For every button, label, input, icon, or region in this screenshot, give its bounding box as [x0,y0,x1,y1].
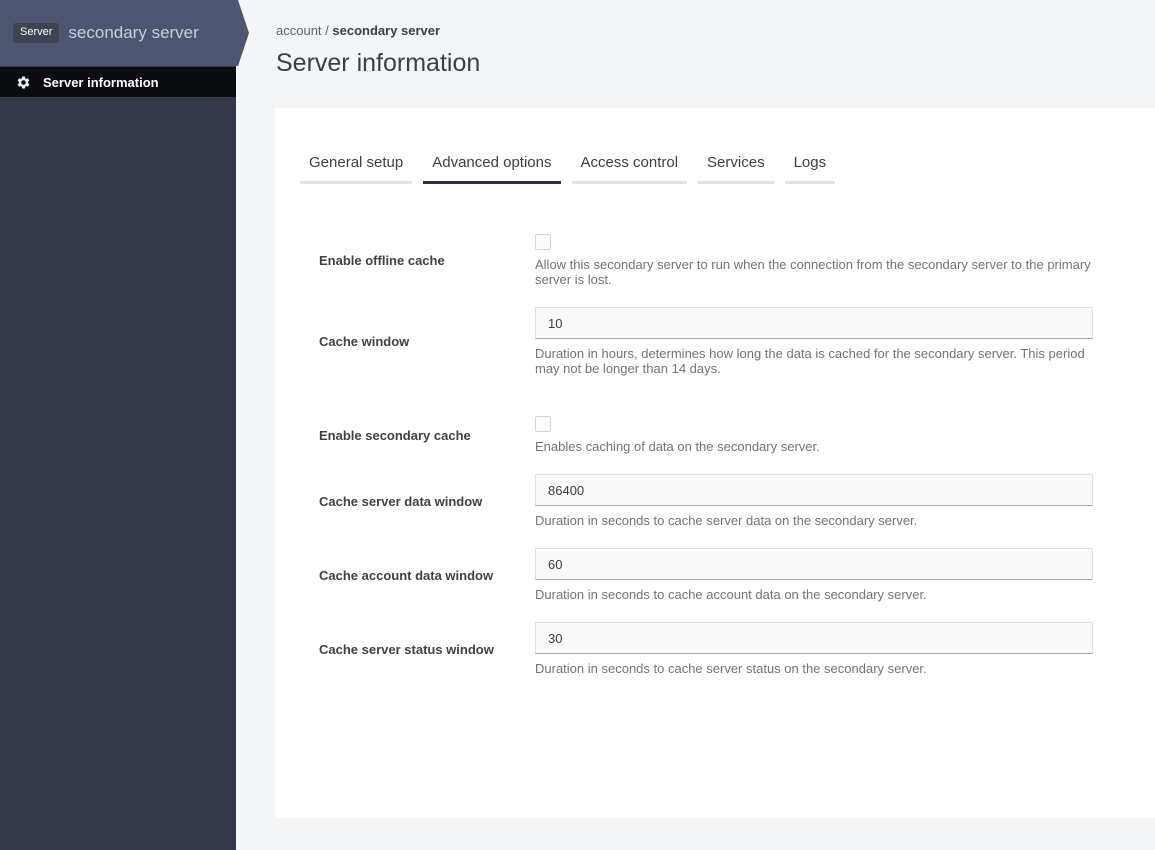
field-row-cache-server-data-window: Cache server data window Duration in sec… [300,474,1093,528]
field-label: Cache server status window [319,641,494,657]
field-control: Enables caching of data on the secondary… [535,416,1093,454]
page-header: account / secondary server Server inform… [236,0,1155,78]
field-row-cache-window: Cache window Duration in hours, determin… [300,307,1093,376]
breadcrumb: account / secondary server [276,23,1155,38]
breadcrumb-account-link[interactable]: account [276,23,322,38]
server-name: secondary server [68,23,199,42]
enable-offline-cache-checkbox[interactable] [535,234,551,250]
tab-services[interactable]: Services [698,154,774,184]
main-content: account / secondary server Server inform… [236,0,1155,850]
gear-icon [16,75,31,90]
field-row-enable-offline-cache: Enable offline cache Allow this secondar… [300,234,1093,287]
cache-server-data-window-input[interactable] [535,474,1093,506]
help-text: Allow this secondary server to run when … [535,257,1091,287]
field-row-cache-account-data-window: Cache account data window Duration in se… [300,548,1093,602]
tabs: General setup Advanced options Access co… [300,154,1093,184]
server-type-badge: Server [13,23,59,43]
sidebar-header-ribbon: Server secondary server [0,0,249,66]
page-title: Server information [276,49,481,77]
field-row-enable-secondary-cache: Enable secondary cache Enables caching o… [300,416,1093,454]
settings-card: General setup Advanced options Access co… [275,108,1155,818]
field-row-cache-server-status-window: Cache server status window Duration in s… [300,622,1093,676]
field-control: Duration in hours, determines how long t… [535,307,1093,376]
tab-general-setup[interactable]: General setup [300,154,413,184]
field-label: Cache account data window [319,567,494,583]
field-label: Cache window [319,334,410,349]
field-label: Enable secondary cache [319,427,471,443]
cache-server-status-window-input[interactable] [535,622,1093,654]
help-text: Duration in hours, determines how long t… [535,346,1085,376]
help-text: Enables caching of data on the secondary… [535,439,820,454]
cache-account-data-window-input[interactable] [535,548,1093,580]
sidebar: Server secondary server Server informati… [0,0,236,850]
tab-advanced-options[interactable]: Advanced options [423,154,561,184]
field-control: Duration in seconds to cache server data… [535,474,1093,528]
sidebar-item-server-information[interactable]: Server information [0,67,236,97]
tab-logs[interactable]: Logs [784,154,836,184]
advanced-options-form: Enable offline cache Allow this secondar… [300,234,1093,676]
tab-access-control[interactable]: Access control [571,154,688,184]
field-control: Duration in seconds to cache server stat… [535,622,1093,676]
breadcrumb-current: secondary server [332,23,441,38]
help-text: Duration in seconds to cache server data… [535,513,918,528]
field-control: Duration in seconds to cache account dat… [535,548,1093,602]
sidebar-item-label: Server information [43,74,159,90]
field-label: Enable offline cache [319,253,445,268]
field-control: Allow this secondary server to run when … [535,234,1093,287]
field-label: Cache server data window [319,493,483,509]
enable-secondary-cache-checkbox[interactable] [535,416,551,432]
help-text: Duration in seconds to cache account dat… [535,587,927,602]
cache-window-input[interactable] [535,307,1093,339]
help-text: Duration in seconds to cache server stat… [535,661,927,676]
breadcrumb-separator: / [321,23,333,38]
